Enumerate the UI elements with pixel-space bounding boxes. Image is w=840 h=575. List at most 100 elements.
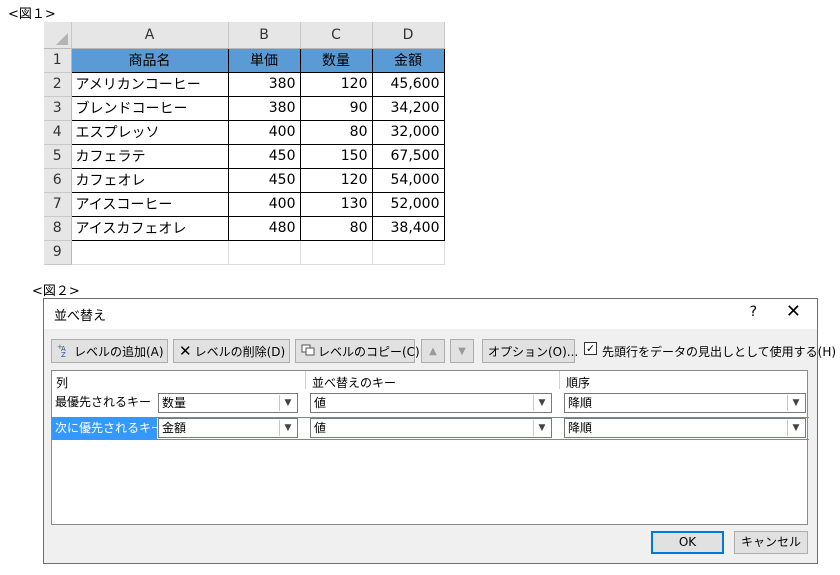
order-select[interactable]: 降順 ▼: [564, 393, 806, 413]
column-select-value: 金額: [162, 421, 187, 435]
chevron-down-icon[interactable]: ▼: [279, 395, 296, 411]
grid-header-order: 順序: [566, 376, 591, 390]
cell-product[interactable]: アイスコーヒー: [70, 191, 229, 217]
cell-price[interactable]: 480: [227, 215, 301, 241]
cell-quantity[interactable]: 80: [299, 119, 373, 145]
cell-price[interactable]: 400: [227, 119, 301, 145]
row-header[interactable]: 7: [44, 192, 72, 217]
delete-level-label: レベルの削除(D): [194, 344, 286, 359]
row-header[interactable]: 6: [44, 168, 72, 193]
copy-level-icon: [301, 344, 315, 359]
check-icon: ✓: [585, 342, 596, 355]
row-header[interactable]: 4: [44, 120, 72, 145]
delete-level-button[interactable]: ✕ レベルの削除(D): [173, 339, 290, 363]
column-header-a[interactable]: A: [71, 22, 229, 49]
add-level-button[interactable]: + A Z レベルの追加(A): [51, 339, 168, 363]
cell-amount[interactable]: 32,000: [371, 119, 445, 145]
cell-quantity[interactable]: 80: [299, 215, 373, 241]
add-level-label: レベルの追加(A): [74, 344, 164, 359]
grid-header-column: 列: [56, 376, 69, 390]
cell-product[interactable]: カフェラテ: [70, 143, 229, 169]
order-select[interactable]: 降順 ▼: [564, 418, 806, 438]
help-button[interactable]: ?: [750, 304, 757, 320]
cell-price[interactable]: 380: [227, 95, 301, 121]
select-all-corner[interactable]: [44, 22, 72, 49]
cell-amount[interactable]: 34,200: [371, 95, 445, 121]
svg-text:Z: Z: [61, 351, 66, 357]
header-cell-amount[interactable]: 金額: [371, 47, 445, 73]
empty-cell[interactable]: [372, 240, 445, 265]
options-button[interactable]: オプション(O)...: [482, 339, 578, 363]
column-select-value: 数量: [162, 396, 187, 410]
cancel-button[interactable]: キャンセル: [734, 531, 808, 554]
delete-level-icon: ✕: [179, 342, 192, 360]
row-header[interactable]: 3: [44, 96, 72, 121]
empty-cell[interactable]: [228, 240, 301, 265]
header-row-checkbox-label[interactable]: 先頭行をデータの見出しとして使用する(H): [602, 343, 836, 360]
cell-price[interactable]: 450: [227, 167, 301, 193]
cell-product[interactable]: エスプレッソ: [70, 119, 229, 145]
cell-amount[interactable]: 54,000: [371, 167, 445, 193]
cell-quantity[interactable]: 150: [299, 143, 373, 169]
chevron-down-icon[interactable]: ▼: [787, 420, 804, 436]
ok-button[interactable]: OK: [651, 531, 724, 554]
grid-divider: [559, 371, 560, 389]
grid-header-sort-on: 並べ替えのキー: [312, 376, 397, 390]
header-cell-quantity[interactable]: 数量: [299, 47, 373, 73]
cell-product[interactable]: アイスカフェオレ: [70, 215, 229, 241]
chevron-down-icon[interactable]: ▼: [279, 420, 296, 436]
column-header-b[interactable]: B: [228, 22, 301, 49]
sort-levels-grid: 列 並べ替えのキー 順序 最優先されるキー 数量 ▼ 値 ▼ 降順 ▼ 次に優先…: [51, 370, 809, 525]
add-level-icon: + A Z: [57, 343, 71, 360]
empty-cell[interactable]: [71, 240, 229, 265]
sort-on-select[interactable]: 値 ▼: [310, 418, 552, 438]
cell-quantity[interactable]: 130: [299, 191, 373, 217]
header-row-checkbox[interactable]: ✓: [584, 342, 597, 355]
sort-dialog: 並べ替え ? ✕ + A Z レベルの追加(A) ✕ レベルの削除(D) レベルのコ…: [43, 298, 836, 564]
cell-price[interactable]: 400: [227, 191, 301, 217]
order-select-value: 降順: [568, 396, 593, 410]
dialog-title: 並べ替え: [54, 309, 107, 324]
row-header[interactable]: 9: [44, 240, 72, 265]
column-header-c[interactable]: C: [300, 22, 373, 49]
header-cell-price[interactable]: 単価: [227, 47, 301, 73]
cell-price[interactable]: 380: [227, 71, 301, 97]
dialog-titlebar: 並べ替え ? ✕: [44, 299, 817, 329]
cell-quantity[interactable]: 120: [299, 71, 373, 97]
close-button[interactable]: ✕: [786, 301, 801, 322]
chevron-down-icon[interactable]: ▼: [787, 395, 804, 411]
column-header-d[interactable]: D: [372, 22, 445, 49]
row-header[interactable]: 8: [44, 216, 72, 241]
cell-amount[interactable]: 67,500: [371, 143, 445, 169]
row-header[interactable]: 1: [44, 48, 72, 73]
column-select[interactable]: 金額 ▼: [158, 418, 298, 438]
move-up-button[interactable]: ▲: [421, 339, 445, 363]
chevron-down-icon[interactable]: ▼: [533, 395, 550, 411]
row-header[interactable]: 5: [44, 144, 72, 169]
copy-level-label: レベルのコピー(C): [318, 344, 420, 359]
sort-on-select[interactable]: 値 ▼: [310, 393, 552, 413]
cell-product[interactable]: カフェオレ: [70, 167, 229, 193]
spreadsheet: A B C D 1 商品名 単価 数量 金額 2 アメリカンコーヒー 380 1…: [44, 22, 445, 265]
header-cell-product[interactable]: 商品名: [70, 47, 229, 73]
chevron-down-icon[interactable]: ▼: [533, 420, 550, 436]
cell-amount[interactable]: 38,400: [371, 215, 445, 241]
row-header[interactable]: 2: [44, 72, 72, 97]
figure2-label: <図２>: [32, 284, 80, 299]
copy-level-button[interactable]: レベルのコピー(C): [295, 339, 420, 363]
cell-price[interactable]: 450: [227, 143, 301, 169]
column-select[interactable]: 数量 ▼: [158, 393, 298, 413]
cell-amount[interactable]: 45,600: [371, 71, 445, 97]
cell-product[interactable]: アメリカンコーヒー: [70, 71, 229, 97]
empty-cell[interactable]: [300, 240, 373, 265]
order-select-value: 降順: [568, 421, 593, 435]
sort-on-select-value: 値: [314, 396, 327, 410]
cell-amount[interactable]: 52,000: [371, 191, 445, 217]
level-label-selected[interactable]: 次に優先されるキー: [52, 417, 163, 439]
level-label[interactable]: 最優先されるキー: [52, 391, 157, 413]
move-down-button[interactable]: ▼: [450, 339, 474, 363]
cell-quantity[interactable]: 120: [299, 167, 373, 193]
cell-product[interactable]: ブレンドコーヒー: [70, 95, 229, 121]
cell-quantity[interactable]: 90: [299, 95, 373, 121]
grid-divider: [305, 371, 306, 389]
